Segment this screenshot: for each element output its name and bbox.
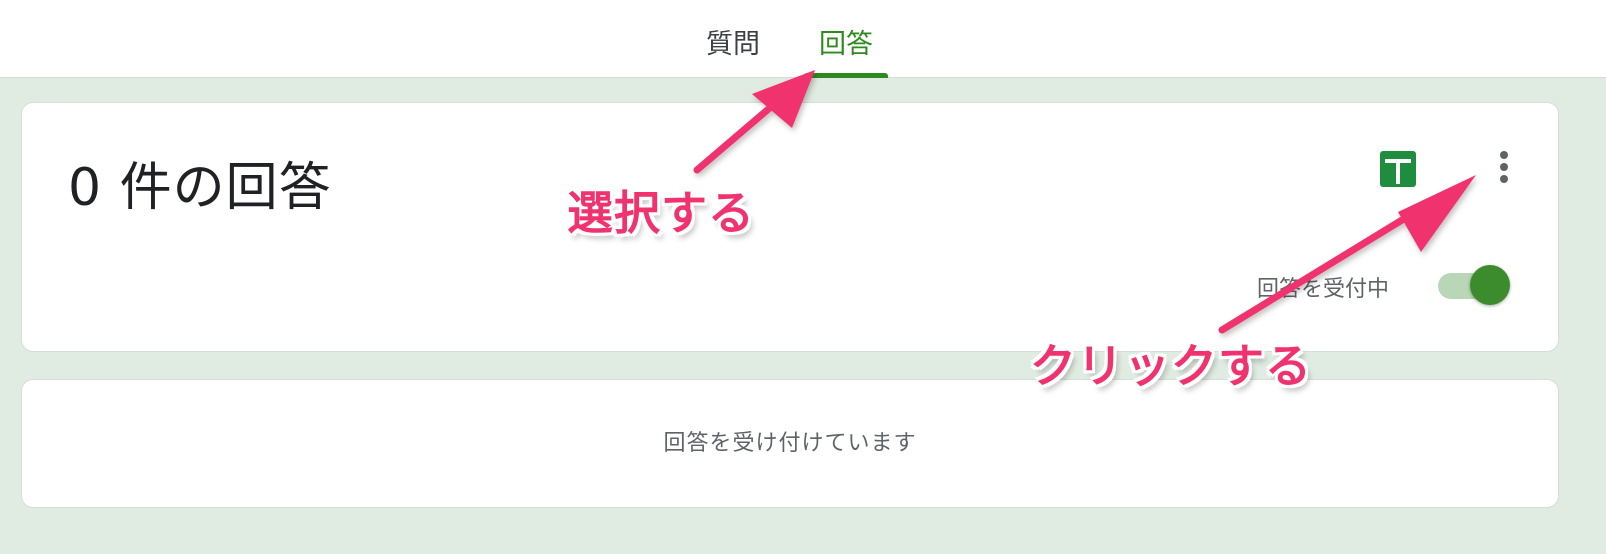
callout-select: 選択する	[567, 186, 755, 240]
accepting-responses-toggle[interactable]	[1434, 265, 1510, 305]
toggle-knob	[1470, 265, 1510, 305]
accepting-responses-card: 回答を受け付けています	[21, 379, 1559, 508]
tab-questions[interactable]: 質問	[700, 22, 766, 78]
tab-responses-label: 回答	[819, 29, 873, 60]
callout-click: クリックする	[1030, 339, 1312, 393]
google-sheets-icon[interactable]	[1380, 151, 1416, 187]
tab-responses[interactable]: 回答	[804, 22, 888, 78]
more-vert-icon[interactable]	[1496, 149, 1512, 185]
accepting-responses-label: 回答を受付中	[1257, 277, 1390, 302]
top-tab-bar: 質問 回答	[0, 0, 1606, 78]
accepting-responses-message: 回答を受け付けています	[663, 431, 917, 456]
active-tab-indicator	[804, 73, 888, 78]
responses-summary-card: 0 件の回答 回答を受付中	[21, 102, 1559, 352]
responses-count-title: 0 件の回答	[68, 158, 332, 218]
